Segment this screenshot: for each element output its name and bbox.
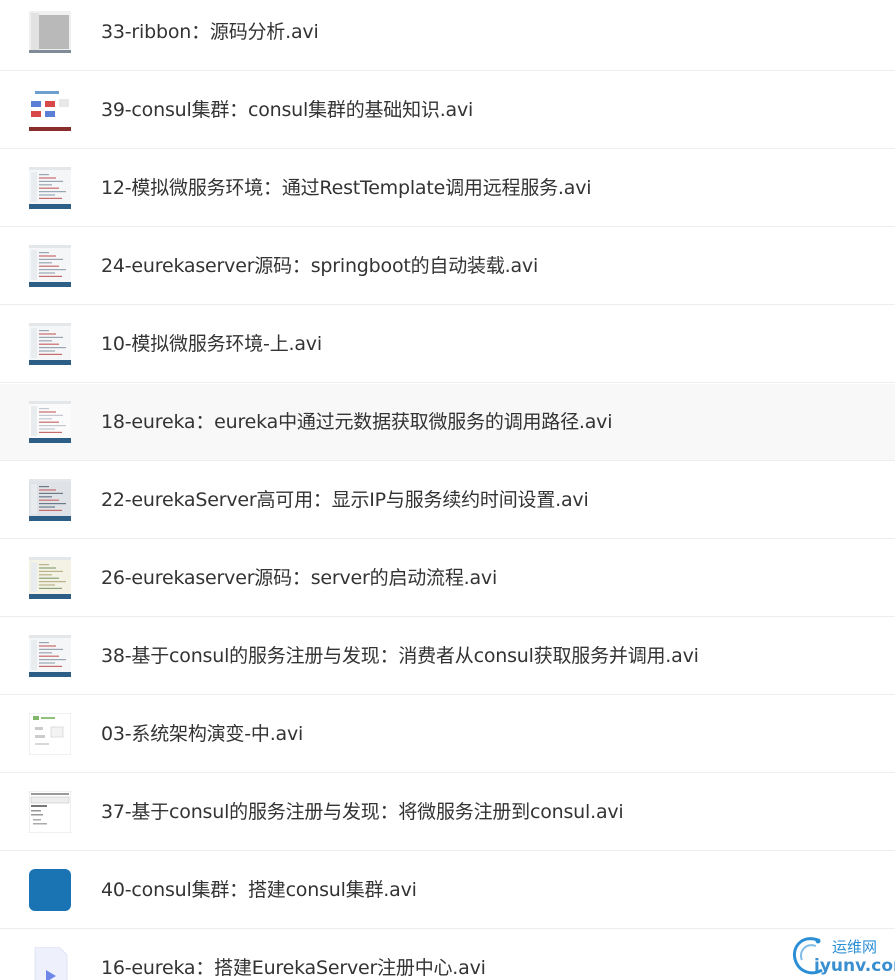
video-thumbnail bbox=[29, 869, 71, 911]
video-thumbnail bbox=[29, 11, 71, 53]
file-name: 38-基于consul的服务注册与发现：消费者从consul获取服务并调用.av… bbox=[101, 645, 699, 667]
file-list: 33-ribbon：源码分析.avi 39-consul集群：consul集群的基… bbox=[0, 0, 895, 980]
video-thumbnail bbox=[29, 89, 71, 131]
video-thumbnail bbox=[29, 323, 71, 365]
file-row[interactable]: 33-ribbon：源码分析.avi bbox=[0, 0, 895, 71]
video-thumbnail bbox=[29, 167, 71, 209]
file-row[interactable]: 18-eureka：eureka中通过元数据获取微服务的调用路径.avi bbox=[0, 384, 895, 461]
file-name: 33-ribbon：源码分析.avi bbox=[101, 21, 319, 43]
file-row[interactable]: 16-eureka：搭建EurekaServer注册中心.avi bbox=[0, 930, 895, 980]
watermark-url-text: iyunv.com bbox=[814, 956, 895, 976]
file-row[interactable]: 22-eurekaServer高可用：显示IP与服务续约时间设置.avi bbox=[0, 462, 895, 539]
video-thumbnail bbox=[29, 713, 71, 755]
file-name: 40-consul集群：搭建consul集群.avi bbox=[101, 879, 417, 901]
file-name: 12-模拟微服务环境：通过RestTemplate调用远程服务.avi bbox=[101, 177, 592, 199]
file-name: 16-eureka：搭建EurekaServer注册中心.avi bbox=[101, 957, 486, 979]
video-thumbnail bbox=[29, 245, 71, 287]
file-row[interactable]: 24-eurekaserver源码：springboot的自动装载.avi bbox=[0, 228, 895, 305]
video-file-icon bbox=[29, 947, 71, 980]
file-name: 37-基于consul的服务注册与发现：将微服务注册到consul.avi bbox=[101, 801, 624, 823]
video-thumbnail bbox=[29, 791, 71, 833]
file-name: 26-eurekaserver源码：server的启动流程.avi bbox=[101, 567, 498, 589]
file-name: 10-模拟微服务环境-上.avi bbox=[101, 333, 322, 355]
watermark-cn-text: 运维网 bbox=[832, 938, 878, 956]
file-name: 24-eurekaserver源码：springboot的自动装载.avi bbox=[101, 255, 539, 277]
video-thumbnail bbox=[29, 401, 71, 443]
file-name: 22-eurekaServer高可用：显示IP与服务续约时间设置.avi bbox=[101, 489, 589, 511]
file-row[interactable]: 39-consul集群：consul集群的基础知识.avi bbox=[0, 72, 895, 149]
file-name: 18-eureka：eureka中通过元数据获取微服务的调用路径.avi bbox=[101, 411, 613, 433]
file-name: 39-consul集群：consul集群的基础知识.avi bbox=[101, 99, 474, 121]
video-thumbnail bbox=[29, 635, 71, 677]
file-row[interactable]: 03-系统架构演变-中.avi bbox=[0, 696, 895, 773]
watermark: 运维网 iyunv.com bbox=[788, 932, 895, 978]
video-thumbnail bbox=[29, 479, 71, 521]
file-row[interactable]: 12-模拟微服务环境：通过RestTemplate调用远程服务.avi bbox=[0, 150, 895, 227]
file-row[interactable]: 26-eurekaserver源码：server的启动流程.avi bbox=[0, 540, 895, 617]
file-row[interactable]: 37-基于consul的服务注册与发现：将微服务注册到consul.avi bbox=[0, 774, 895, 851]
file-row[interactable]: 40-consul集群：搭建consul集群.avi bbox=[0, 852, 895, 929]
file-row[interactable]: 10-模拟微服务环境-上.avi bbox=[0, 306, 895, 383]
file-row[interactable]: 38-基于consul的服务注册与发现：消费者从consul获取服务并调用.av… bbox=[0, 618, 895, 695]
file-name: 03-系统架构演变-中.avi bbox=[101, 723, 304, 745]
video-thumbnail bbox=[29, 557, 71, 599]
